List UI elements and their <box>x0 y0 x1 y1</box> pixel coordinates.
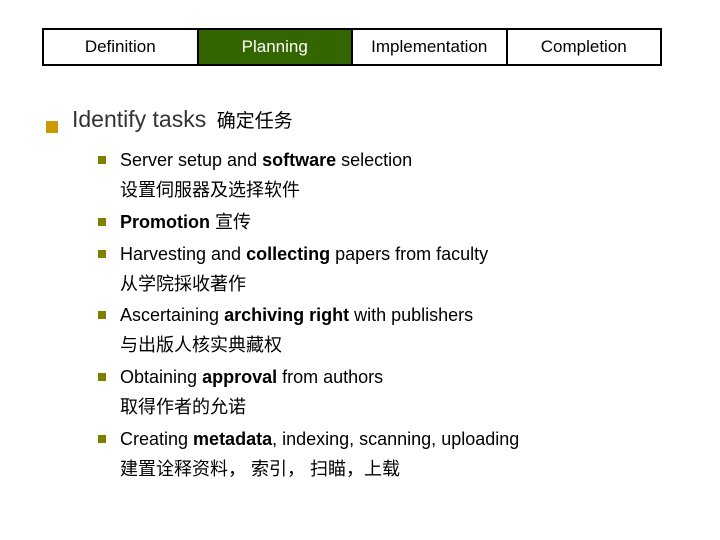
square-bullet-icon <box>98 435 106 443</box>
list-item: Server setup and software selection <box>98 147 684 175</box>
list-item: Promotion 宣传 <box>98 209 684 237</box>
phase-tabs: Definition Planning Implementation Compl… <box>42 28 662 66</box>
square-bullet-icon <box>46 121 58 133</box>
list-item-text: Creating metadata, indexing, scanning, u… <box>120 426 519 454</box>
list-item-text-zh: 建置诠释资料， 索引， 扫瞄，上载 <box>120 456 684 484</box>
list-item: Obtaining approval from authors <box>98 364 684 392</box>
list-item: Harvesting and collecting papers from fa… <box>98 241 684 269</box>
section-header: Identify tasks 确定任务 <box>46 106 684 133</box>
square-bullet-icon <box>98 156 106 164</box>
list-item-text: Harvesting and collecting papers from fa… <box>120 241 488 269</box>
list-item-text: Ascertaining archiving right with publis… <box>120 302 473 330</box>
square-bullet-icon <box>98 218 106 226</box>
task-list: Server setup and software selection设置伺服器… <box>98 147 684 484</box>
square-bullet-icon <box>98 373 106 381</box>
square-bullet-icon <box>98 311 106 319</box>
list-item-text: Obtaining approval from authors <box>120 364 383 392</box>
list-item-text-zh: 与出版人核实典藏权 <box>120 332 684 360</box>
list-item: Ascertaining archiving right with publis… <box>98 302 684 330</box>
list-item-text-zh: 取得作者的允诺 <box>120 394 684 422</box>
list-item-text: Server setup and software selection <box>120 147 412 175</box>
square-bullet-icon <box>98 250 106 258</box>
tab-planning: Planning <box>199 30 354 64</box>
list-item: Creating metadata, indexing, scanning, u… <box>98 426 684 454</box>
list-item-text-zh: 设置伺服器及选择软件 <box>120 177 684 205</box>
section-title: Identify tasks <box>72 106 206 132</box>
list-item-text: Promotion 宣传 <box>120 209 251 237</box>
tab-definition: Definition <box>44 30 199 64</box>
section-subtitle-zh: 确定任务 <box>217 111 293 132</box>
tab-completion: Completion <box>508 30 661 64</box>
list-item-text-zh: 从学院採收著作 <box>120 271 684 299</box>
tab-implementation: Implementation <box>353 30 508 64</box>
